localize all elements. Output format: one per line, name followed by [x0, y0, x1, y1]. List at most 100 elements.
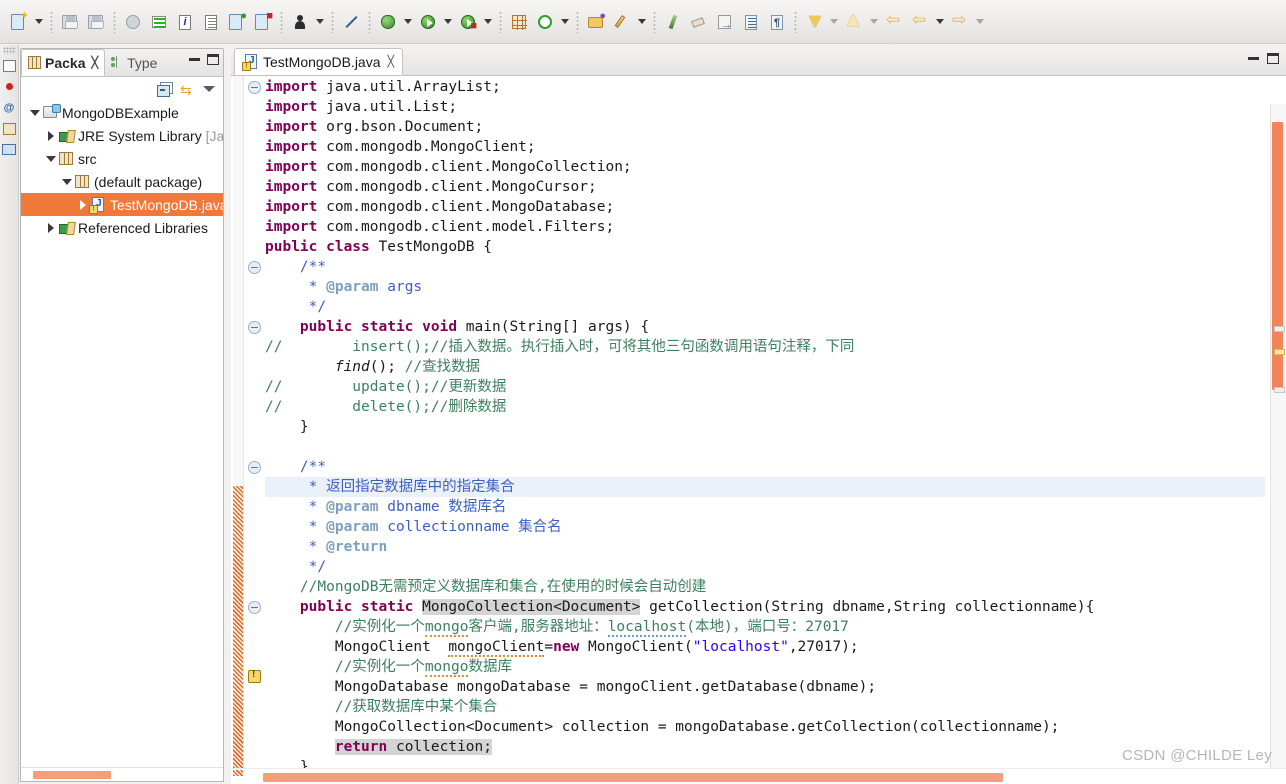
overview-marker[interactable] [1274, 326, 1285, 332]
next-annotation-dropdown[interactable] [827, 10, 840, 34]
fold-collapse-icon[interactable] [248, 261, 261, 274]
tree-item-mongodbexample[interactable]: MongoDBExample [21, 101, 223, 124]
previous-annotation-dropdown[interactable] [867, 10, 880, 34]
new-wizard-dropdown[interactable] [32, 10, 45, 34]
forward-button[interactable] [948, 10, 972, 34]
search-button[interactable] [661, 10, 685, 34]
twisty-down-icon[interactable] [59, 179, 74, 185]
tree-item-default-package[interactable]: (default package) [21, 170, 223, 193]
editor-text-area[interactable]: import java.util.ArrayList;import java.u… [231, 76, 1286, 768]
debug-button[interactable] [376, 10, 400, 34]
close-icon[interactable]: ╳ [388, 55, 395, 68]
fold-collapse-icon[interactable] [248, 461, 261, 474]
next-annotation-button[interactable] [802, 10, 826, 34]
scrollbar-thumb[interactable] [33, 771, 111, 779]
external-tools-dropdown[interactable] [481, 10, 494, 34]
tab-testmongodb-java[interactable]: ! TestMongoDB.java ╳ [234, 48, 404, 75]
overview-marker[interactable] [1274, 387, 1285, 393]
save-icon [61, 13, 79, 31]
open-type-button[interactable] [199, 10, 223, 34]
back-button[interactable] [908, 10, 932, 34]
tree-item-referenced-libraries[interactable]: Referenced Libraries [21, 216, 223, 239]
overview-ruler[interactable] [1270, 104, 1286, 768]
new-java-project-button[interactable] [507, 10, 531, 34]
new-java-package-button[interactable]: ● [225, 10, 249, 34]
person-dropdown[interactable] [313, 10, 326, 34]
forward-dropdown[interactable] [973, 10, 986, 34]
maximize-icon[interactable] [1267, 53, 1279, 64]
skip-breakpoints-button[interactable] [339, 10, 363, 34]
new-java-class-button[interactable]: ■ [251, 10, 275, 34]
open-task-button[interactable]: ● [584, 10, 608, 34]
twisty-right-icon[interactable] [43, 223, 58, 233]
run-button[interactable] [416, 10, 440, 34]
twisty-right-icon[interactable] [43, 131, 58, 141]
tree-item-testmongodb-java[interactable]: ! TestMongoDB.java [21, 193, 223, 216]
tab-label: Type [127, 54, 158, 71]
code-token: MongoClient [265, 639, 449, 655]
debug-perspective-icon[interactable] [1, 77, 18, 96]
new-wizard-button[interactable]: ✦ [7, 10, 31, 34]
refresh-button[interactable] [121, 10, 145, 34]
debug-dropdown[interactable] [401, 10, 414, 34]
link-editor-icon[interactable]: ⇆ [180, 82, 195, 98]
minimize-icon[interactable] [189, 58, 200, 61]
new-annotation-button[interactable] [533, 10, 557, 34]
clear-button[interactable] [687, 10, 711, 34]
toolbar-separator [653, 10, 656, 33]
annotation-perspective-icon[interactable]: @ [1, 98, 18, 117]
code-line: * @param args [265, 277, 1265, 297]
warning-marker-icon[interactable] [248, 669, 262, 683]
minimize-icon[interactable] [1248, 57, 1259, 60]
fold-collapse-icon[interactable] [248, 321, 261, 334]
back-dropdown[interactable] [933, 10, 946, 34]
maximize-icon[interactable] [207, 54, 219, 65]
tab-type-hierarchy[interactable]: Type [105, 49, 163, 76]
main-toolbar: ✦ i ● ■ ■ ● ¶ [0, 0, 1286, 44]
build-button[interactable] [147, 10, 171, 34]
console-icon[interactable] [1, 140, 18, 159]
drag-handle[interactable] [2, 47, 16, 54]
arrow-up-icon [845, 13, 863, 31]
toggle-italic-button[interactable]: i [173, 10, 197, 34]
edit-task-button[interactable] [610, 10, 634, 34]
twisty-down-icon[interactable] [27, 110, 42, 116]
overview-marker-warning[interactable] [1274, 349, 1285, 355]
source-code[interactable]: import java.util.ArrayList; import java.u… [265, 76, 1265, 768]
save-all-button[interactable] [84, 10, 108, 34]
previous-annotation-button[interactable] [842, 10, 866, 34]
last-edit-location-button[interactable] [882, 10, 906, 34]
scrollbar-thumb[interactable] [263, 773, 1003, 782]
twisty-right-icon[interactable] [75, 200, 90, 210]
editor-horizontal-scrollbar[interactable] [231, 768, 1286, 784]
view-menu-icon[interactable] [203, 86, 215, 92]
tree-item-src[interactable]: src [21, 147, 223, 170]
collapse-all-icon[interactable] [157, 82, 173, 97]
package-explorer-icon[interactable] [1, 119, 18, 138]
close-icon[interactable]: ╳ [91, 56, 98, 69]
show-whitespace-button[interactable] [739, 10, 763, 34]
external-tools-button[interactable]: ■ [456, 10, 480, 34]
code-token: MongoCollection<Document> collection = m… [265, 719, 1060, 735]
tree-item-jre-system-library[interactable]: JRE System Library [Jav [21, 124, 223, 147]
code-editor: ! TestMongoDB.java ╳ import java.util [231, 48, 1286, 784]
fold-collapse-icon[interactable] [248, 601, 261, 614]
package-explorer-icon [28, 56, 41, 69]
explorer-horizontal-scrollbar[interactable] [21, 767, 223, 781]
restore-perspective-icon[interactable] [1, 56, 18, 75]
folding-ruler[interactable] [243, 76, 263, 768]
pilcrow-button[interactable]: ¶ [765, 10, 789, 34]
fold-collapse-icon[interactable] [248, 81, 261, 94]
save-button[interactable] [58, 10, 82, 34]
code-line: MongoDatabase mongoDatabase = mongoClien… [265, 677, 1265, 697]
tab-package-explorer[interactable]: Packa ╳ [21, 49, 106, 76]
edit-task-dropdown[interactable] [635, 10, 648, 34]
new-annotation-dropdown[interactable] [558, 10, 571, 34]
export-button[interactable] [713, 10, 737, 34]
twisty-down-icon[interactable] [43, 156, 58, 162]
run-dropdown[interactable] [441, 10, 454, 34]
pencil-icon [613, 13, 631, 31]
code-token: localhost [607, 619, 687, 637]
person-button[interactable] [288, 10, 312, 34]
tree-item-label: MongoDBExample [62, 104, 179, 121]
